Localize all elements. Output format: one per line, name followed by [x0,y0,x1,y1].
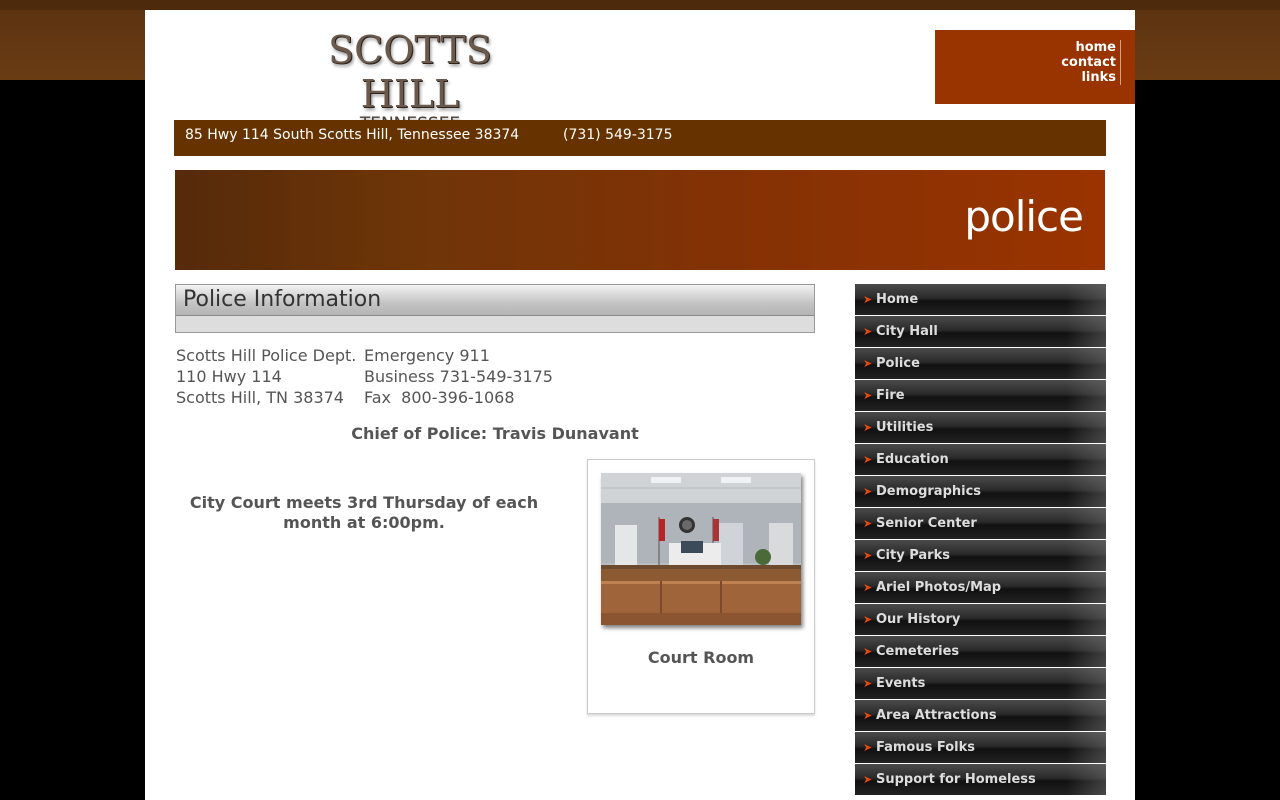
business-number: Business 731-549-3175 [364,367,553,386]
court-notice-line-1: City Court meets 3rd Thursday of each [189,493,539,512]
court-room-photo[interactable] [601,473,801,625]
page-title: Police Information [183,287,382,312]
dept-city: Scotts Hill, TN 38374 [176,388,344,407]
logo-title: SCOTTS HILL [328,28,492,116]
site-logo[interactable]: SCOTTS HILL TENNESSEE [280,28,540,134]
chevron-right-icon: ➤ [863,773,873,786]
chevron-right-icon: ➤ [863,325,873,338]
sidebar-item-ariel-photos-map[interactable]: ➤ Ariel Photos/Map [855,572,1106,603]
sidebar-item-city-hall[interactable]: ➤ City Hall [855,316,1106,347]
contact-address-column: Scotts Hill Police Dept. 110 Hwy 114 Sco… [176,345,356,408]
sidebar-item-fire[interactable]: ➤ Fire [855,380,1106,411]
sidebar-item-cemeteries[interactable]: ➤ Cemeteries [855,636,1106,667]
chevron-right-icon: ➤ [863,709,873,722]
info-panel: Police Information [175,284,815,333]
sidebar-item-label: Ariel Photos/Map [876,580,1002,595]
court-room-image [601,473,801,625]
sidebar-item-utilities[interactable]: ➤ Utilities [855,412,1106,443]
top-nav-home-link[interactable]: home [1061,40,1116,55]
sidebar-item-label: Utilities [876,420,934,435]
address-bar: 85 Hwy 114 South Scotts Hill, Tennessee … [174,120,1106,156]
top-nav-links: home contact links [1061,40,1121,85]
chevron-right-icon: ➤ [863,581,873,594]
banner-title: police [964,192,1084,241]
sidebar-item-label: Famous Folks [876,740,976,755]
sidebar-item-education[interactable]: ➤ Education [855,444,1106,475]
chevron-right-icon: ➤ [863,389,873,402]
court-notice-line-2: month at 6:00pm. [283,513,445,532]
court-notice: City Court meets 3rd Thursday of each mo… [180,493,548,533]
sidebar-item-home[interactable]: ➤ Home [855,284,1106,315]
sidebar-item-label: Home [876,292,919,307]
chevron-right-icon: ➤ [863,485,873,498]
fax-number: Fax 800-396-1068 [364,388,515,407]
chevron-right-icon: ➤ [863,421,873,434]
sidebar-item-label: Our History [876,612,961,627]
phone-number: (731) 549-3175 [563,127,673,143]
side-nav: ➤ Home ➤ City Hall ➤ Police ➤ Fire ➤ Utilitie… [855,284,1106,796]
sidebar-item-label: Education [876,452,949,467]
chevron-right-icon: ➤ [863,293,873,306]
sidebar-item-label: Fire [876,388,905,403]
sidebar-item-demographics[interactable]: ➤ Demographics [855,476,1106,507]
chevron-right-icon: ➤ [863,549,873,562]
sidebar-item-label: City Parks [876,548,950,563]
top-nav-contact-link[interactable]: contact [1061,55,1116,70]
sidebar-item-police[interactable]: ➤ Police [855,348,1106,379]
chevron-right-icon: ➤ [863,645,873,658]
top-strip [0,0,1280,10]
info-panel-header: Police Information [176,285,814,316]
sidebar-item-events[interactable]: ➤ Events [855,668,1106,699]
top-nav: home contact links [935,30,1135,104]
chevron-right-icon: ➤ [863,613,873,626]
chief-of-police: Chief of Police: Travis Dunavant [351,424,639,443]
page-container: SCOTTS HILL TENNESSEE home contact links… [145,10,1135,800]
sidebar-item-label: Demographics [876,484,982,499]
dept-street: 110 Hwy 114 [176,367,282,386]
dept-name: Scotts Hill Police Dept. [176,346,357,365]
sidebar-item-label: City Hall [876,324,938,339]
sidebar-item-our-history[interactable]: ➤ Our History [855,604,1106,635]
photo-card: Court Room [587,459,815,714]
contact-phone-column: Emergency 911 Business 731-549-3175 Fax … [364,345,553,408]
sidebar-item-area-attractions[interactable]: ➤ Area Attractions [855,700,1106,731]
sidebar-item-label: Support for Homeless [876,772,1036,787]
sidebar-item-label: Cemeteries [876,644,960,659]
sidebar-item-label: Senior Center [876,516,977,531]
emergency-number: Emergency 911 [364,346,490,365]
sidebar-item-support-for-homeless[interactable]: ➤ Support for Homeless [855,764,1106,795]
chevron-right-icon: ➤ [863,453,873,466]
sidebar-item-city-parks[interactable]: ➤ City Parks [855,540,1106,571]
top-nav-links-link[interactable]: links [1061,70,1116,85]
page-banner: police [175,170,1105,270]
photo-caption: Court Room [647,648,755,667]
chevron-right-icon: ➤ [863,677,873,690]
sidebar-item-famous-folks[interactable]: ➤ Famous Folks [855,732,1106,763]
sidebar-item-senior-center[interactable]: ➤ Senior Center [855,508,1106,539]
chevron-right-icon: ➤ [863,741,873,754]
sidebar-item-label: Events [876,676,926,691]
sidebar-item-label: Area Attractions [876,708,997,723]
street-address: 85 Hwy 114 South Scotts Hill, Tennessee … [185,127,520,143]
chevron-right-icon: ➤ [863,517,873,530]
sidebar-item-label: Police [876,356,920,371]
chevron-right-icon: ➤ [863,357,873,370]
